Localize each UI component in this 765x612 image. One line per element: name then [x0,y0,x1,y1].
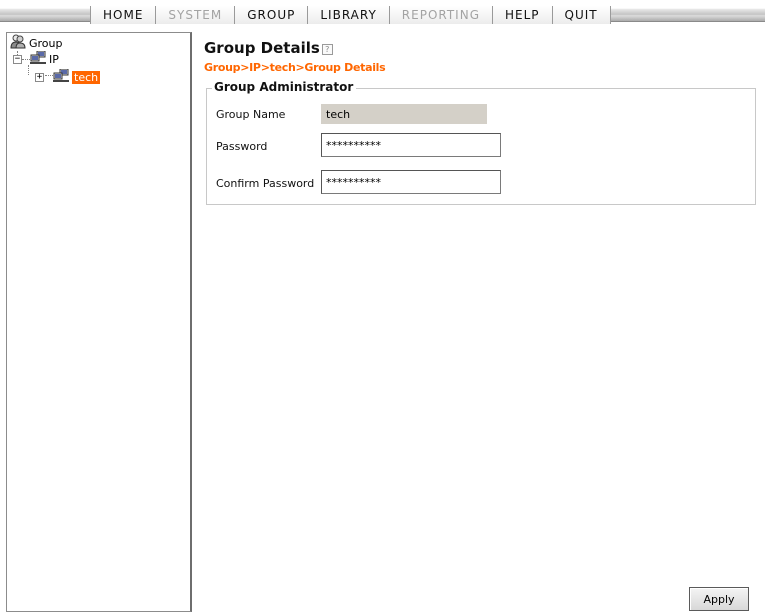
tree-node-ip[interactable]: − IP [13,50,59,68]
collapse-icon[interactable]: − [13,54,22,64]
expand-icon[interactable]: + [35,72,44,82]
main-content: Group Details ? Group>IP>tech>Group Deta… [196,32,765,612]
group-name-field [321,104,487,124]
breadcrumb: Group>IP>tech>Group Details [204,61,386,74]
menu-system[interactable]: SYSTEM [155,6,235,24]
menu-group[interactable]: GROUP [234,6,308,24]
title-row: Group Details ? [204,39,333,57]
confirm-password-field[interactable] [321,170,501,194]
network-computer-icon [53,68,69,86]
menu-help[interactable]: HELP [492,6,552,24]
menu-home[interactable]: HOME [90,6,156,24]
confirm-password-label: Confirm Password [216,177,315,190]
password-label: Password [216,140,268,153]
menu-items: HOME SYSTEM GROUP LIBRARY REPORTING HELP… [90,6,611,24]
group-name-label: Group Name [216,108,286,121]
tree-label-ip: IP [49,52,59,66]
menu-quit[interactable]: QUIT [551,6,611,24]
password-field[interactable] [321,133,501,157]
apply-button[interactable]: Apply [689,587,749,611]
top-menu-bar: HOME SYSTEM GROUP LIBRARY REPORTING HELP… [0,0,765,28]
tree-node-tech[interactable]: + tech [35,68,101,86]
network-computer-icon [30,50,46,68]
page-title: Group Details [204,39,320,57]
group-administrator-fieldset: Group Administrator Group Name Password … [206,80,756,205]
tree-label-group: Group [29,36,63,50]
help-icon[interactable]: ? [321,44,333,55]
group-tree-panel: Group − IP + tech [6,32,192,612]
menu-library[interactable]: LIBRARY [307,6,389,24]
tree-label-tech: tech [72,70,101,84]
tree-node-group[interactable]: Group [10,34,63,52]
fieldset-legend: Group Administrator [212,80,357,94]
menu-reporting[interactable]: REPORTING [388,6,492,24]
users-group-icon [10,34,26,52]
